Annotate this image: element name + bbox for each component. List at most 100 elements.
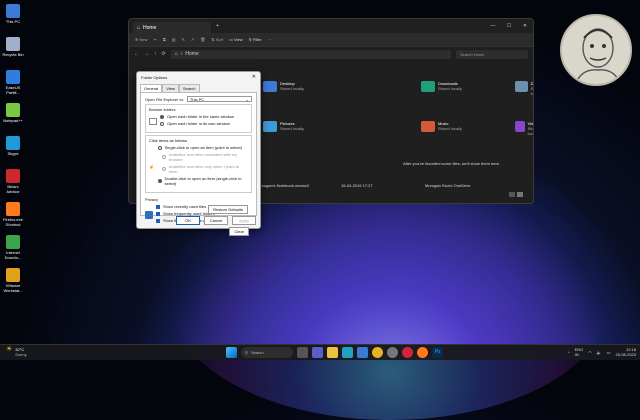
more-icon[interactable]: ··· — [268, 37, 272, 42]
search-icon: ⚲ — [245, 350, 248, 355]
home-icon: ⌂ — [137, 24, 141, 31]
maximize-button[interactable]: ☐ — [501, 23, 517, 29]
radio-underline-browser[interactable] — [161, 155, 166, 159]
forward-icon[interactable]: → — [144, 51, 149, 57]
sun-icon: ☀ — [6, 346, 13, 353]
back-icon[interactable]: ← — [134, 51, 139, 57]
chat-icon[interactable] — [312, 347, 323, 358]
battery-icon[interactable]: ▭ — [607, 350, 611, 355]
radio-own-window[interactable] — [160, 121, 164, 126]
privacy-icon — [145, 210, 153, 219]
chevron-down-icon: ⌄ — [245, 96, 249, 102]
refresh-icon[interactable]: ⟳ — [162, 51, 166, 57]
desktop-icon[interactable]: Skype — [2, 136, 24, 156]
open-explorer-label: Open File Explorer to: — [145, 96, 184, 102]
explorer-content: Desktop Stored locally Downloads Stored loc… — [229, 63, 533, 197]
tab-search[interactable]: Search — [178, 84, 200, 92]
user-avatar — [560, 14, 632, 86]
desktop-icon-label: This PC — [5, 19, 21, 24]
recent-file-location: Murugan Siva's OneDrive — [425, 183, 471, 188]
desktop-icon[interactable]: VMware Workstat... — [2, 268, 24, 293]
folder-options-dialog: Folder Options ✕ General View Search Ope… — [136, 71, 261, 236]
restore-defaults-button[interactable]: Restore Defaults — [208, 205, 248, 214]
copy-icon[interactable]: ⧉ — [163, 37, 166, 42]
view-button[interactable]: ▭ View — [229, 37, 243, 42]
close-icon[interactable]: ✕ — [252, 74, 256, 80]
settings-icon[interactable] — [387, 347, 398, 358]
new-tab-button[interactable]: + — [216, 23, 219, 29]
details-view-icon[interactable] — [509, 192, 515, 197]
paste-icon[interactable]: ▤ — [172, 37, 176, 42]
address-field[interactable]: ⌂ › Home — [170, 49, 451, 59]
ok-button[interactable]: OK — [176, 216, 200, 225]
favorites-empty-message: After you've favorited some files, we'll… — [403, 161, 501, 166]
pointer-icon: ☝ — [149, 164, 154, 169]
quick-access-item[interactable]: Downloads Stored locally — [421, 81, 462, 92]
rename-icon[interactable]: ✎ — [181, 37, 184, 42]
checkbox-frequent-folders[interactable] — [156, 211, 160, 216]
tab-general[interactable]: General — [140, 84, 163, 92]
up-icon[interactable]: ↑ — [154, 51, 157, 57]
desktop-icon[interactable]: Internet Downlo... — [2, 235, 24, 260]
firefox-icon[interactable] — [417, 347, 428, 358]
quick-access-item[interactable]: Music Stored locally — [421, 121, 462, 132]
language-indicator[interactable]: ENG IN — [575, 347, 584, 357]
cut-icon[interactable]: ✂ — [153, 37, 156, 42]
tab-view[interactable]: View — [162, 84, 179, 92]
quick-access-item[interactable]: Pictures Stored locally — [263, 121, 304, 132]
desktop-icon[interactable]: Firefox.exe Shortcut — [2, 202, 24, 227]
folder-icon — [515, 81, 528, 92]
radio-double-click[interactable] — [157, 179, 162, 183]
opera-icon[interactable] — [402, 347, 413, 358]
delete-icon[interactable]: 🗑 — [200, 37, 205, 42]
desktop-icon[interactable]: EaseUS Partiti... — [2, 70, 24, 95]
desktop-icon[interactable]: Belarc Advisor — [2, 169, 24, 194]
checkbox-office-files[interactable] — [156, 218, 160, 223]
taskbar-search[interactable]: ⚲ Search — [241, 347, 293, 358]
cancel-button[interactable]: Cancel — [204, 216, 228, 225]
volume-icon[interactable]: 🔈 — [597, 350, 602, 355]
weather-widget[interactable]: ☀ 32°C Sunny — [6, 346, 27, 357]
search-input[interactable]: Search Home — [456, 49, 528, 59]
radio-same-window[interactable] — [160, 114, 164, 119]
clock[interactable]: 12:18 25-08-2023 — [616, 347, 636, 357]
photoshop-icon[interactable]: Ps — [432, 347, 443, 358]
new-button[interactable]: ⊕ New — [135, 37, 147, 42]
tab-home[interactable]: ⌂ Home — [133, 22, 211, 33]
recent-file-name[interactable]: Murugan's Notebook.onetoc2 — [257, 183, 309, 188]
desktop-icon[interactable]: Recycle Bin — [2, 37, 24, 57]
desktop-icon-label: Belarc Advisor — [6, 184, 20, 194]
radio-single-click[interactable] — [157, 145, 162, 150]
store-icon[interactable] — [357, 347, 368, 358]
minimize-button[interactable]: — — [485, 23, 501, 29]
filter-button[interactable]: ⚲ Filter — [249, 37, 262, 42]
wifi-icon[interactable]: ◠ — [588, 350, 592, 355]
chrome-icon[interactable] — [372, 347, 383, 358]
easeus-icon — [6, 70, 20, 84]
desktop-icon-label: Firefox.exe Shortcut — [3, 217, 23, 227]
folder-icon — [515, 121, 525, 132]
checkbox-recent-files[interactable] — [156, 204, 160, 209]
edge-icon[interactable] — [342, 347, 353, 358]
quick-access-item[interactable]: DocumentsStored locally — [515, 81, 533, 96]
start-icon[interactable] — [226, 347, 237, 358]
folder-status: Stored locally — [438, 86, 463, 91]
open-explorer-select[interactable]: This PC ⌄ — [186, 96, 252, 102]
chevron-up-icon[interactable]: ^ — [568, 350, 570, 355]
quick-access-item[interactable]: VideosStored locally — [515, 121, 533, 136]
desktop-icon[interactable]: This PC — [2, 4, 24, 24]
share-icon[interactable]: ↗ — [191, 37, 194, 42]
task-view-icon[interactable] — [297, 347, 308, 358]
clear-button[interactable]: Clear — [229, 227, 249, 236]
recent-file-date: 15-04-2019 17:27 — [341, 183, 373, 188]
file-explorer-icon[interactable] — [327, 347, 338, 358]
tab-bar: ⌂ Home + — ☐ ✕ — [129, 19, 533, 33]
sort-button[interactable]: ⇅ Sort — [211, 37, 223, 42]
folder-icon — [421, 121, 435, 132]
apply-button[interactable]: Apply — [232, 216, 256, 225]
close-button[interactable]: ✕ — [517, 23, 533, 29]
quick-access-item[interactable]: Desktop Stored locally — [263, 81, 304, 92]
tiles-view-icon[interactable] — [517, 192, 523, 197]
radio-underline-point[interactable] — [161, 167, 166, 171]
desktop-icon[interactable]: Notepad++ — [2, 103, 24, 123]
